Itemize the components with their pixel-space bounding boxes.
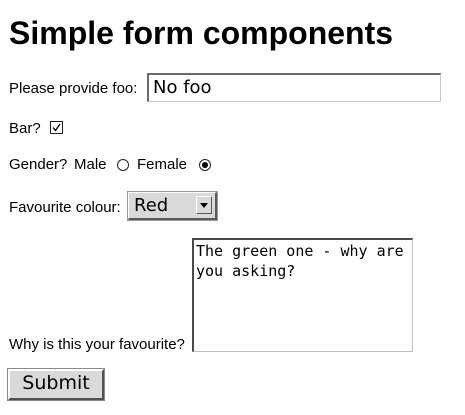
gender-option-male-label: Male <box>74 156 107 173</box>
gender-option-female-label: Female <box>137 156 188 173</box>
foo-input[interactable]: No foo <box>147 73 441 102</box>
page-title: Simple form components <box>9 15 394 51</box>
colour-select[interactable]: Red <box>127 191 218 221</box>
checkmark-icon <box>52 123 61 132</box>
gender-male-radio[interactable] <box>117 159 129 171</box>
bar-checkbox[interactable] <box>50 121 63 134</box>
colour-label: Favourite colour: <box>9 199 121 216</box>
reason-textarea[interactable]: The green one - why are you asking? <box>192 238 413 352</box>
gender-label: Gender? <box>9 156 68 173</box>
chevron-down-icon <box>200 203 208 208</box>
reason-label: Why is this your favourite? <box>9 336 185 353</box>
gender-female-radio[interactable] <box>199 159 211 171</box>
submit-button[interactable]: Submit <box>7 368 105 401</box>
bar-label: Bar? <box>9 120 41 137</box>
dropdown-arrow-icon[interactable] <box>196 196 212 214</box>
foo-label: Please provide foo: <box>9 80 138 97</box>
colour-select-value: Red <box>134 195 169 216</box>
